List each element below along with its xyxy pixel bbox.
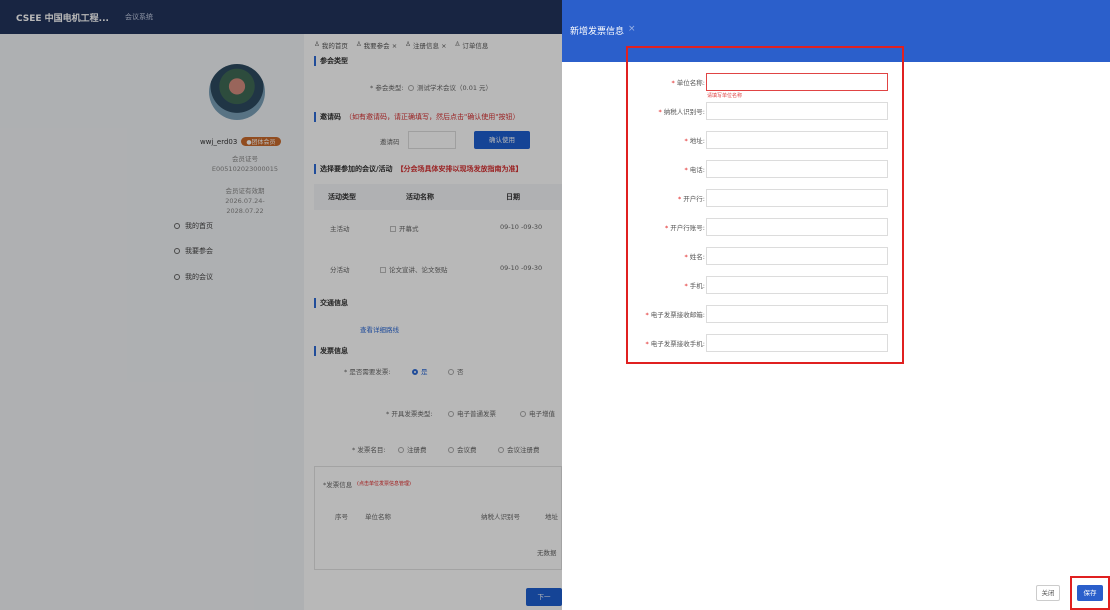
field-label: * 单位名称:: [671, 79, 705, 87]
field-label: * 电子发票接收手机:: [645, 340, 705, 348]
field-row-mobile: * 手机:: [562, 276, 1110, 294]
field-label: * 电子发票接收邮箱:: [645, 311, 705, 319]
address-input[interactable]: [706, 131, 888, 149]
field-row-address: * 地址:: [562, 131, 1110, 149]
invoice-dialog: 新增发票信息 × * 单位名称: 请填写单位名称 * 纳税人识别号: * 地址:…: [562, 0, 1110, 610]
field-row-email: * 电子发票接收邮箱:: [562, 305, 1110, 323]
field-label: * 纳税人识别号:: [658, 108, 705, 116]
dialog-title: 新增发票信息: [570, 27, 625, 37]
error-tip: 请填写单位名称: [707, 93, 743, 99]
tax-id-input[interactable]: [706, 102, 888, 120]
field-row-bank: * 开户行:: [562, 189, 1110, 207]
einvoice-mobile-input[interactable]: [706, 334, 888, 352]
field-row-account: * 开户行账号:: [562, 218, 1110, 236]
bank-account-input[interactable]: [706, 218, 888, 236]
close-button[interactable]: 关闭: [1036, 585, 1060, 601]
field-label: * 开户行:: [677, 195, 705, 203]
phone-input[interactable]: [706, 160, 888, 178]
field-label: * 开户行账号:: [664, 224, 705, 232]
field-row-taxid: * 纳税人识别号:: [562, 102, 1110, 120]
field-label: * 手机:: [684, 282, 705, 290]
field-row-phone: * 电话:: [562, 160, 1110, 178]
field-row-name: * 姓名:: [562, 247, 1110, 265]
field-row-emobile: * 电子发票接收手机:: [562, 334, 1110, 352]
field-label: * 姓名:: [684, 253, 705, 261]
field-row-company: * 单位名称: 请填写单位名称: [562, 73, 1110, 99]
bank-input[interactable]: [706, 189, 888, 207]
company-name-input[interactable]: [706, 73, 888, 91]
mobile-input[interactable]: [706, 276, 888, 294]
save-button[interactable]: 保存: [1077, 585, 1103, 601]
field-label: * 地址:: [684, 137, 705, 145]
name-input[interactable]: [706, 247, 888, 265]
modal-overlay[interactable]: [0, 0, 562, 610]
einvoice-email-input[interactable]: [706, 305, 888, 323]
field-label: * 电话:: [684, 166, 705, 174]
